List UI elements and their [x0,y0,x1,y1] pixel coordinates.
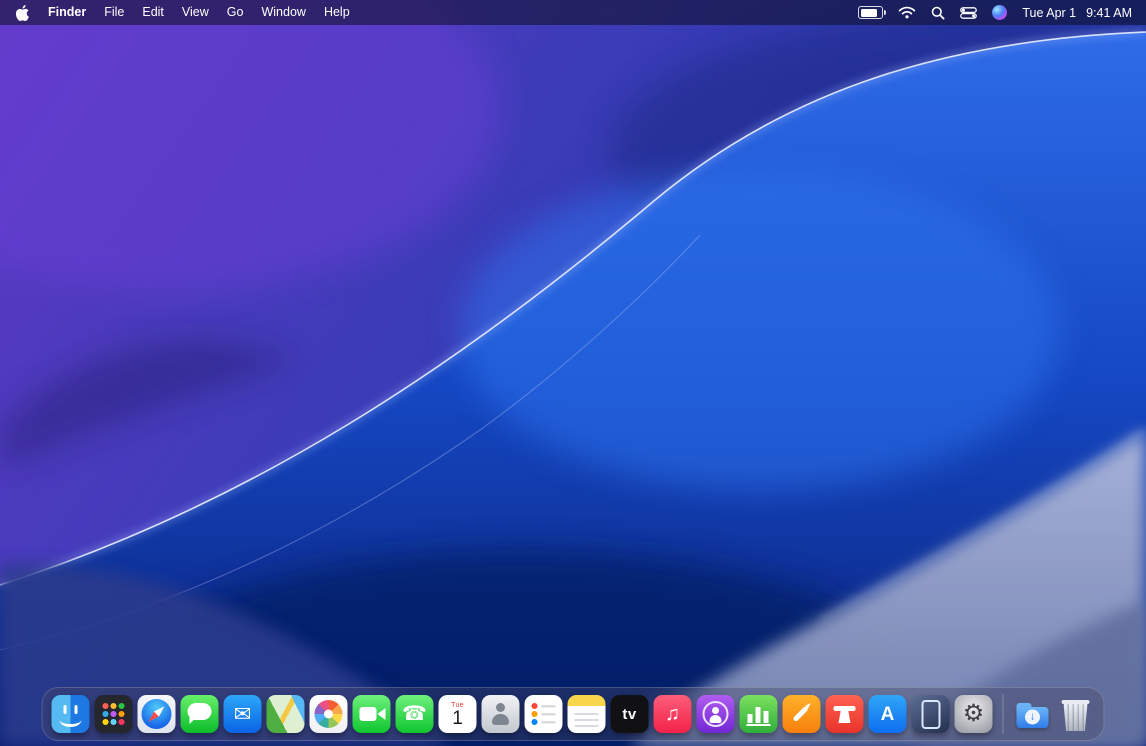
menu-bar: FinderFileEditViewGoWindowHelp Tue Apr 1… [0,0,1146,25]
messages-icon [181,695,219,733]
dock-container: ✉ ☎Tue1 tv♫ A ⚙ ↓ [42,687,1105,741]
dock-item-music[interactable]: ♫ [654,695,692,733]
music-icon: ♫ [654,695,692,733]
dock-item-settings[interactable]: ⚙ [955,695,993,733]
pages-icon [783,695,821,733]
menu-window[interactable]: Window [252,0,314,25]
dock-separator [1003,694,1004,734]
siri-icon[interactable] [992,5,1007,20]
numbers-icon [740,695,778,733]
phone-icon: ☎ [396,695,434,733]
maps-icon [267,695,305,733]
dock-item-maps[interactable] [267,695,305,733]
dock-item-messages[interactable] [181,695,219,733]
menubar-menus: FinderFileEditViewGoWindowHelp [14,0,359,25]
mail-icon: ✉ [224,695,262,733]
dock-item-facetime[interactable] [353,695,391,733]
menubar-time: 9:41 AM [1086,6,1132,20]
dock-item-mail[interactable]: ✉ [224,695,262,733]
dock-item-tv[interactable]: tv [611,695,649,733]
dock-item-pages[interactable] [783,695,821,733]
keynote-icon [826,695,864,733]
trash-icon [1057,695,1095,733]
apple-tv-icon: tv [611,695,649,733]
dock-item-numbers[interactable] [740,695,778,733]
dock-item-photos[interactable] [310,695,348,733]
status-icons [858,5,1007,20]
menubar-status-area: Tue Apr 1 9:41 AM [858,5,1132,20]
wallpaper-art [0,0,1146,746]
wifi-icon[interactable] [898,6,916,19]
menubar-clock[interactable]: Tue Apr 1 9:41 AM [1022,6,1132,20]
desktop-wallpaper[interactable] [0,0,1146,746]
podcasts-icon [697,695,735,733]
apple-logo-icon [16,5,29,21]
macos-desktop: FinderFileEditViewGoWindowHelp Tue Apr 1… [0,0,1146,746]
control-center-icon[interactable] [960,7,977,19]
dock-item-calendar[interactable]: Tue1 [439,695,477,733]
facetime-icon [353,695,391,733]
system-settings-icon: ⚙ [955,695,993,733]
dock-item-downloads[interactable]: ↓ [1014,695,1052,733]
menu-finder[interactable]: Finder [39,0,95,25]
iphone-mirroring-icon [912,695,950,733]
dock-item-trash[interactable] [1057,695,1095,733]
menu-go[interactable]: Go [218,0,253,25]
dock-item-keynote[interactable] [826,695,864,733]
photos-icon [310,695,348,733]
apple-menu[interactable] [14,5,39,21]
dock-item-podcasts[interactable] [697,695,735,733]
menu-view[interactable]: View [173,0,218,25]
battery-icon[interactable] [858,6,883,19]
dock-item-appstore[interactable]: A [869,695,907,733]
dock-item-notes[interactable] [568,695,606,733]
notes-icon [568,695,606,733]
dock-item-reminders[interactable] [525,695,563,733]
dock-item-finder[interactable] [52,695,90,733]
spotlight-search-icon[interactable] [931,6,945,20]
reminders-icon [525,695,563,733]
calendar-icon: Tue1 [439,695,477,733]
finder-icon [52,695,90,733]
contacts-icon [482,695,520,733]
dock-item-safari[interactable] [138,695,176,733]
safari-icon [138,695,176,733]
menu-help[interactable]: Help [315,0,359,25]
menu-edit[interactable]: Edit [133,0,173,25]
dock-item-contacts[interactable] [482,695,520,733]
app-store-icon: A [869,695,907,733]
dock-item-phone[interactable]: ☎ [396,695,434,733]
menu-file[interactable]: File [95,0,133,25]
launchpad-icon [95,695,133,733]
dock: ✉ ☎Tue1 tv♫ A ⚙ ↓ [42,687,1105,741]
menubar-date: Tue Apr 1 [1022,6,1076,20]
dock-item-iphone-mirroring[interactable] [912,695,950,733]
dock-item-launchpad[interactable] [95,695,133,733]
downloads-folder-icon: ↓ [1014,695,1052,733]
